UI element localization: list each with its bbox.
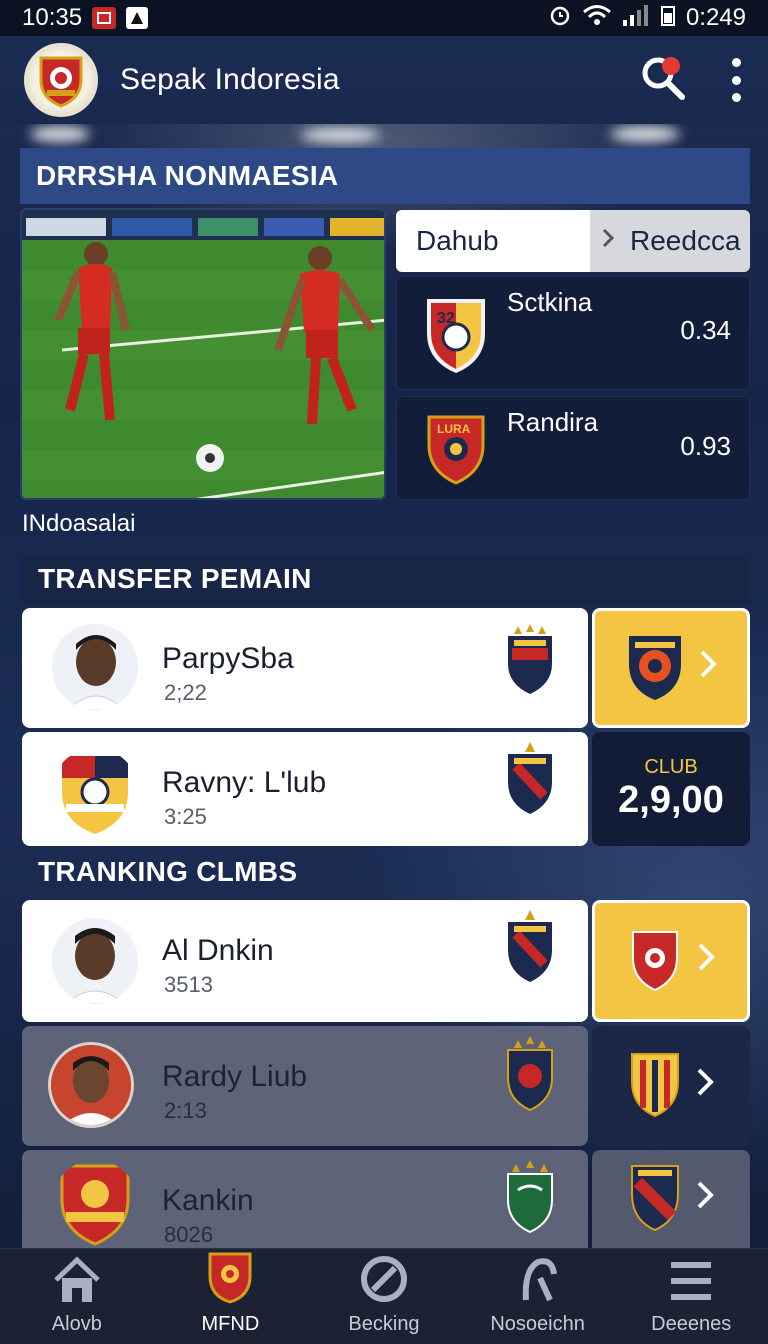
nav-item-becking[interactable]: Becking xyxy=(307,1249,461,1344)
notification-badge xyxy=(662,57,680,75)
app-title: Sepak Indoresia xyxy=(120,63,340,96)
player-avatar xyxy=(48,1042,134,1128)
team-score: 0.34 xyxy=(680,315,731,345)
club-logo-icon[interactable] xyxy=(24,43,98,117)
chevron-right-icon xyxy=(697,942,715,981)
nav-item-nosoeichn[interactable]: Nosoeichn xyxy=(461,1249,615,1344)
ranking-row[interactable]: Rardy Liub 2:13 xyxy=(22,1026,588,1146)
club-crest-icon xyxy=(625,630,685,707)
featured-header: DRRSHA NONMAESIA xyxy=(20,148,750,204)
ranking-action[interactable] xyxy=(592,900,750,1022)
hero-caption: INdoasalai xyxy=(22,510,136,537)
team-crest-icon: 32 xyxy=(423,293,489,382)
transfer-header: TRANSFER PEMAIN xyxy=(22,554,750,604)
nav-label: MFND xyxy=(201,1313,260,1335)
player-meta: 2:13 xyxy=(164,1098,207,1123)
crest-label: 32 xyxy=(437,310,455,327)
player-meta: 2;22 xyxy=(164,680,207,705)
team-name: Randira xyxy=(507,407,599,437)
nav-item-mfnd[interactable]: MFND xyxy=(154,1249,308,1344)
player-avatar xyxy=(52,918,138,1004)
signal-icon xyxy=(622,4,650,33)
player-name: Rardy Liub xyxy=(162,1060,308,1093)
club-badge-icon xyxy=(504,1036,556,1117)
chevron-right-icon xyxy=(600,225,616,257)
ranking-header: TRANKING CLMBS xyxy=(38,856,298,887)
ranking-action[interactable] xyxy=(592,1026,750,1146)
score-card[interactable]: LURA Randira 0.93 xyxy=(396,396,750,500)
club-crest-icon xyxy=(628,1162,682,1237)
home-icon xyxy=(52,1256,102,1309)
wifi-icon xyxy=(582,4,612,33)
alarm-icon xyxy=(548,3,572,34)
club-badge-icon xyxy=(504,624,556,701)
ranking-row[interactable]: Kankin 8026 xyxy=(22,1150,588,1248)
nav-item-home[interactable]: Alovb xyxy=(0,1249,154,1344)
club-crest-avatar xyxy=(52,1160,138,1246)
club-badge-icon xyxy=(504,910,556,989)
nav-item-deeenes[interactable]: Deeenes xyxy=(614,1249,768,1344)
person-icon xyxy=(516,1254,560,1309)
ban-icon xyxy=(359,1254,409,1309)
club-value-box[interactable]: CLUB 2,9,00 xyxy=(592,732,750,846)
transfer-row[interactable]: Ravny: L'lub 3:25 xyxy=(22,732,588,846)
ranking-action[interactable] xyxy=(592,1150,750,1248)
club-badge-icon xyxy=(504,742,556,821)
tab-label: Dahub xyxy=(416,225,499,256)
transfer-action[interactable] xyxy=(592,608,750,728)
score-card[interactable]: 32 Sctkina 0.34 xyxy=(396,276,750,390)
more-icon[interactable] xyxy=(728,58,744,102)
club-crest-icon xyxy=(627,926,683,997)
status-bar: 10:35 0:249 xyxy=(0,0,768,36)
nav-label: Alovb xyxy=(51,1313,102,1335)
player-avatar xyxy=(52,624,138,710)
stadium-light xyxy=(300,128,380,142)
team-name: Sctkina xyxy=(507,287,593,317)
club-label: CLUB xyxy=(644,756,698,778)
player-name: Ravny: L'lub xyxy=(162,766,327,799)
chevron-right-icon xyxy=(696,1180,714,1219)
crest-icon xyxy=(206,1250,254,1309)
app-bar: Sepak Indoresia xyxy=(0,36,768,124)
player-name: Kankin xyxy=(162,1184,254,1217)
club-crest-icon xyxy=(628,1050,682,1123)
ranking-row[interactable]: Al Dnkin 3513 xyxy=(22,900,588,1022)
crest-label: LURA xyxy=(437,422,471,436)
player-name: Al Dnkin xyxy=(162,934,274,967)
team-crest-icon: LURA xyxy=(423,411,489,492)
player-name: ParpySba xyxy=(162,642,294,675)
nav-label: Deeenes xyxy=(651,1313,732,1335)
battery-icon xyxy=(660,3,676,34)
club-value: 2,9,00 xyxy=(618,779,724,821)
player-meta: 3513 xyxy=(164,972,213,997)
chevron-right-icon xyxy=(699,649,717,688)
status-time: 10:35 xyxy=(22,4,83,31)
notification-icon xyxy=(92,7,117,29)
tab-label: Reedcca xyxy=(630,225,741,256)
transfer-row[interactable]: ParpySba 2;22 xyxy=(22,608,588,728)
status-right-text: 0:249 xyxy=(685,4,746,31)
bottom-nav: Alovb MFND Becking Nosoeichn Deeenes xyxy=(0,1248,768,1344)
tab-reedcca[interactable]: Reedcca xyxy=(590,210,750,272)
club-crest-avatar xyxy=(52,748,138,834)
player-meta: 3:25 xyxy=(164,804,207,829)
stadium-light xyxy=(610,126,680,142)
tab-bar: Dahub Reedcca xyxy=(396,210,750,272)
stadium-light xyxy=(30,126,90,142)
player-meta: 8026 xyxy=(164,1222,213,1247)
team-score: 0.93 xyxy=(680,431,731,461)
tab-dahub[interactable]: Dahub xyxy=(396,210,590,272)
club-badge-icon xyxy=(504,1160,556,1239)
nav-label: Nosoeichn xyxy=(490,1313,585,1335)
chevron-right-icon xyxy=(696,1067,714,1106)
search-button[interactable] xyxy=(638,55,688,105)
menu-icon xyxy=(669,1258,713,1309)
match-photo[interactable] xyxy=(20,208,386,500)
nav-label: Becking xyxy=(348,1313,420,1335)
app-icon xyxy=(126,7,149,29)
